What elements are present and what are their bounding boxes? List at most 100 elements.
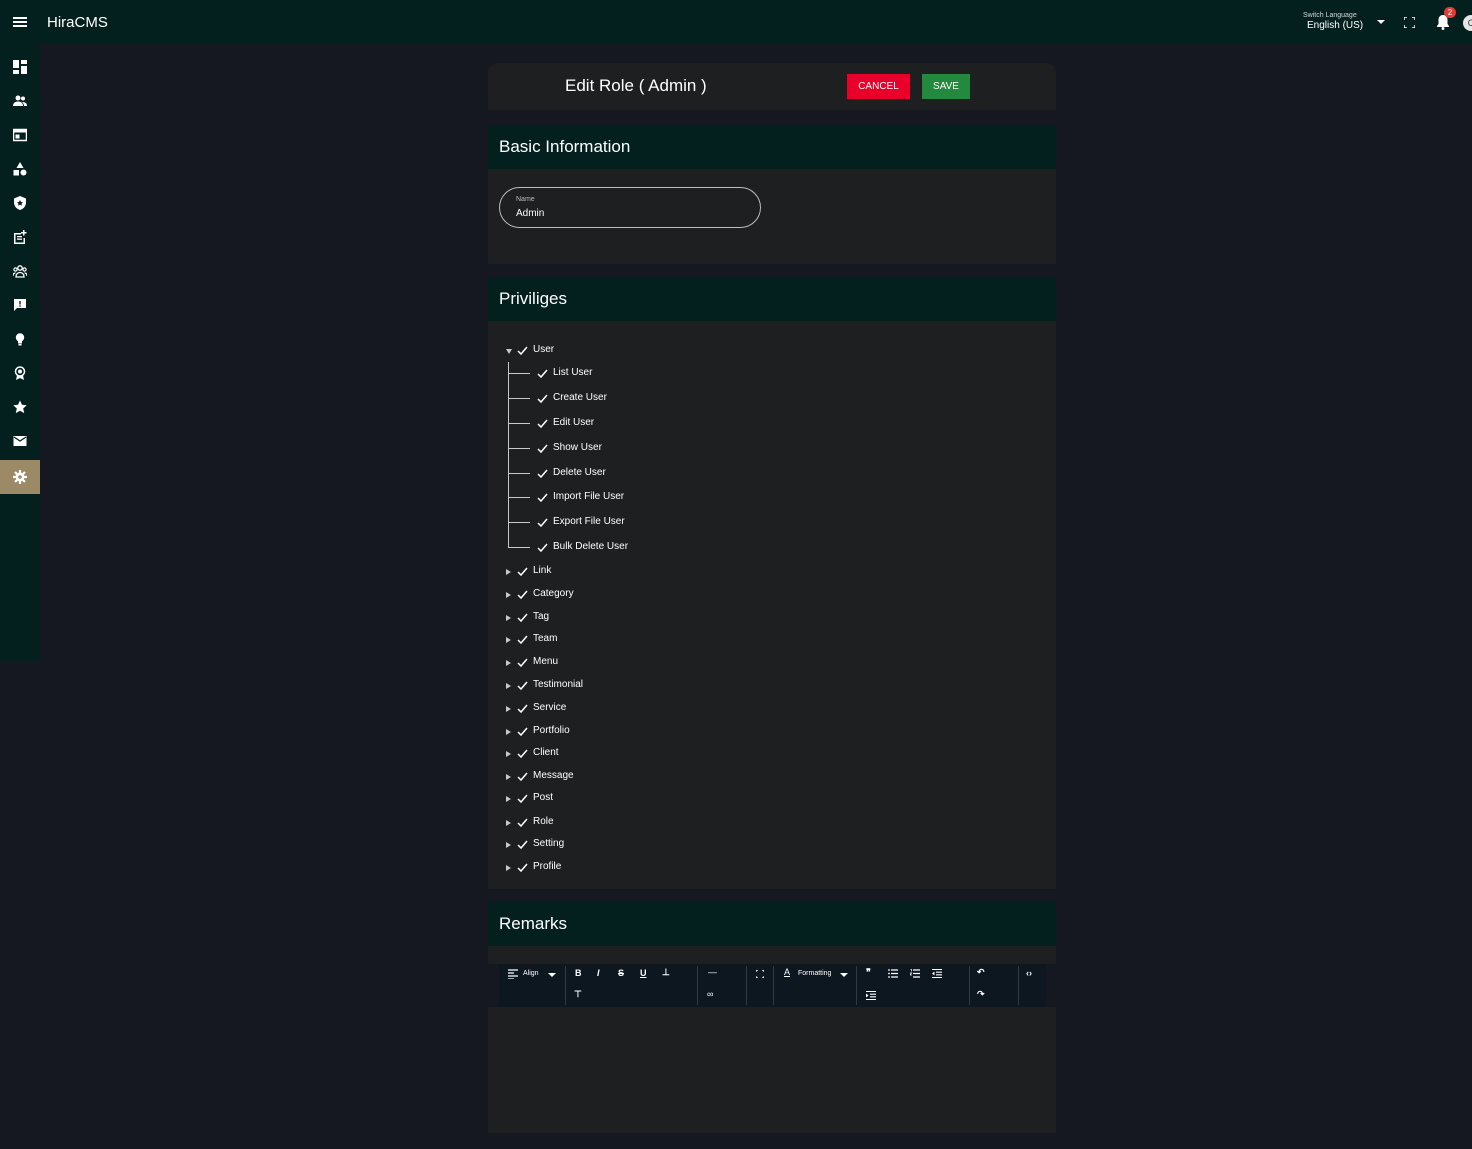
- check-icon[interactable]: [517, 612, 528, 623]
- chevron-right-icon[interactable]: [506, 592, 511, 598]
- tree-item-service[interactable]: Service: [533, 702, 566, 713]
- tree-item-post[interactable]: Post: [533, 792, 553, 803]
- tree-item-create-user[interactable]: Create User: [553, 392, 607, 403]
- blockquote-icon[interactable]: ❞: [866, 967, 871, 978]
- sidebar-item-settings[interactable]: [0, 460, 40, 494]
- formatting-dropdown[interactable]: Formatting: [798, 970, 831, 977]
- tree-item-category[interactable]: Category: [533, 588, 574, 599]
- check-icon[interactable]: [537, 468, 548, 479]
- tree-item-portfolio[interactable]: Portfolio: [533, 725, 570, 736]
- sidebar-item-portfolio[interactable]: [0, 356, 40, 390]
- remarks-editor[interactable]: [488, 1007, 1056, 1133]
- chevron-right-icon[interactable]: [506, 751, 511, 757]
- sidebar-item-client[interactable]: [0, 390, 40, 424]
- chevron-down-icon[interactable]: [1377, 20, 1385, 24]
- chevron-right-icon[interactable]: [506, 637, 511, 643]
- sidebar-item-category[interactable]: [0, 152, 40, 186]
- menu-icon[interactable]: [13, 17, 27, 27]
- sidebar-item-message[interactable]: [0, 424, 40, 458]
- tree-item-message[interactable]: Message: [533, 770, 574, 781]
- check-icon[interactable]: [537, 368, 548, 379]
- align-dropdown[interactable]: Align: [523, 970, 539, 977]
- check-icon[interactable]: [517, 726, 528, 737]
- chevron-right-icon[interactable]: [506, 796, 511, 802]
- underline-icon[interactable]: U: [640, 968, 647, 978]
- chevron-right-icon[interactable]: [506, 865, 511, 871]
- sidebar-item-roles[interactable]: [0, 186, 40, 220]
- sidebar-item-users[interactable]: [0, 84, 40, 118]
- redo-icon[interactable]: ↷: [977, 989, 985, 1000]
- sidebar-item-posts[interactable]: [0, 220, 40, 254]
- numbered-list-icon[interactable]: [910, 969, 920, 978]
- check-icon[interactable]: [517, 680, 528, 691]
- chevron-right-icon[interactable]: [506, 615, 511, 621]
- tree-item-delete-user[interactable]: Delete User: [553, 467, 606, 478]
- chevron-down-icon[interactable]: [548, 973, 556, 977]
- subscript-icon[interactable]: ⊥: [662, 967, 670, 978]
- name-field-value[interactable]: Admin: [516, 208, 544, 219]
- bullet-list-icon[interactable]: [888, 969, 898, 978]
- tree-item-edit-user[interactable]: Edit User: [553, 417, 594, 428]
- check-icon[interactable]: [517, 793, 528, 804]
- indent-icon[interactable]: [866, 991, 876, 1000]
- tree-item-link[interactable]: Link: [533, 565, 551, 576]
- tree-item-role[interactable]: Role: [533, 816, 554, 827]
- chevron-right-icon[interactable]: [506, 729, 511, 735]
- sidebar-item-dashboard[interactable]: [0, 50, 40, 84]
- tree-item-bulk-delete-user[interactable]: Bulk Delete User: [553, 541, 628, 552]
- sidebar-item-pages[interactable]: [0, 118, 40, 152]
- tree-item-profile[interactable]: Profile: [533, 861, 561, 872]
- tree-item-setting[interactable]: Setting: [533, 838, 564, 849]
- tree-item-show-user[interactable]: Show User: [553, 442, 602, 453]
- bold-icon[interactable]: B: [575, 968, 582, 978]
- sidebar-item-service[interactable]: [0, 322, 40, 356]
- chevron-right-icon[interactable]: [506, 774, 511, 780]
- strikethrough-icon[interactable]: S: [618, 968, 624, 978]
- horizontal-rule-icon[interactable]: —: [708, 967, 717, 977]
- save-button[interactable]: SAVE: [922, 74, 970, 99]
- chevron-right-icon[interactable]: [506, 660, 511, 666]
- undo-icon[interactable]: ↶: [977, 967, 985, 978]
- check-icon[interactable]: [537, 542, 548, 553]
- italic-icon[interactable]: I: [597, 968, 600, 978]
- check-icon[interactable]: [517, 748, 528, 759]
- sidebar-item-testimonial[interactable]: [0, 288, 40, 322]
- tree-item-menu[interactable]: Menu: [533, 656, 558, 667]
- chevron-right-icon[interactable]: [506, 569, 511, 575]
- tree-item-export-file-user[interactable]: Export File User: [553, 516, 625, 527]
- check-icon[interactable]: [517, 345, 528, 356]
- check-icon[interactable]: [517, 634, 528, 645]
- check-icon[interactable]: [517, 771, 528, 782]
- sidebar-item-team[interactable]: [0, 254, 40, 288]
- check-icon[interactable]: [517, 839, 528, 850]
- check-icon[interactable]: [517, 703, 528, 714]
- chevron-down-icon[interactable]: [506, 349, 512, 354]
- fullscreen-icon[interactable]: [756, 970, 764, 978]
- superscript-icon[interactable]: ⊤: [574, 989, 582, 1000]
- tree-item-user[interactable]: User: [533, 344, 554, 355]
- check-icon[interactable]: [517, 657, 528, 668]
- chevron-down-icon[interactable]: [840, 973, 848, 977]
- check-icon[interactable]: [517, 589, 528, 600]
- cancel-button[interactable]: CANCEL: [847, 74, 910, 99]
- chevron-right-icon[interactable]: [506, 820, 511, 826]
- name-field[interactable]: Name Admin: [499, 187, 761, 228]
- check-icon[interactable]: [517, 862, 528, 873]
- chevron-right-icon[interactable]: [506, 683, 511, 689]
- tree-item-tag[interactable]: Tag: [533, 611, 549, 622]
- link-icon[interactable]: ∞: [707, 989, 713, 999]
- font-color-icon[interactable]: A: [784, 967, 790, 977]
- fullscreen-icon[interactable]: [1404, 17, 1415, 28]
- chevron-right-icon[interactable]: [506, 706, 511, 712]
- avatar[interactable]: C: [1463, 15, 1472, 31]
- code-view-icon[interactable]: ‹›: [1026, 968, 1032, 978]
- language-select[interactable]: English (US): [1307, 20, 1363, 31]
- check-icon[interactable]: [537, 418, 548, 429]
- align-icon[interactable]: [508, 969, 518, 979]
- outdent-icon[interactable]: [932, 969, 942, 978]
- tree-item-list-user[interactable]: List User: [553, 367, 592, 378]
- tree-item-testimonial[interactable]: Testimonial: [533, 679, 583, 690]
- tree-item-client[interactable]: Client: [533, 747, 559, 758]
- check-icon[interactable]: [517, 817, 528, 828]
- tree-item-team[interactable]: Team: [533, 633, 557, 644]
